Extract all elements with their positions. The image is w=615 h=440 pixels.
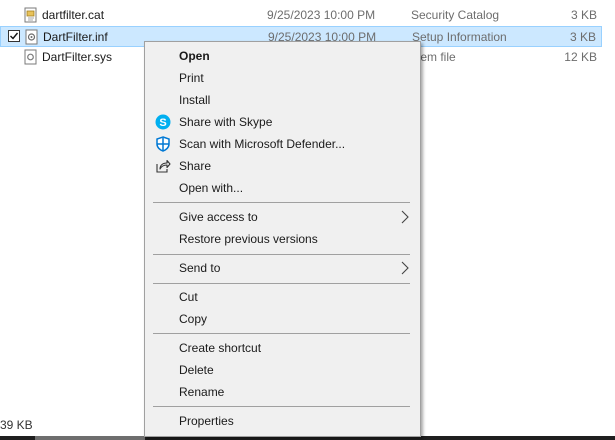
file-type: Setup Information — [412, 30, 507, 44]
system-file-icon — [24, 49, 38, 65]
menu-item-scan-defender[interactable]: Scan with Microsoft Defender... — [147, 133, 418, 155]
menu-item-share[interactable]: Share — [147, 155, 418, 177]
menu-item-create-shortcut[interactable]: Create shortcut — [147, 337, 418, 359]
menu-item-label: Send to — [179, 261, 221, 275]
menu-item-label: Print — [179, 71, 204, 85]
menu-item-label: Share — [179, 159, 212, 173]
menu-item-label: Properties — [179, 414, 234, 428]
menu-item-copy[interactable]: Copy — [147, 308, 418, 330]
file-row-dartfilter-cat[interactable]: dartfilter.cat 9/25/2023 10:00 PM Securi… — [0, 5, 602, 26]
skype-icon: S — [155, 114, 171, 130]
menu-item-share-with-skype[interactable]: S Share with Skype — [147, 111, 418, 133]
context-menu: Open Print Install S Share with Skype Sc… — [144, 41, 421, 437]
menu-item-properties[interactable]: Properties — [147, 410, 418, 432]
menu-item-cut[interactable]: Cut — [147, 286, 418, 308]
file-size: 3 KB — [569, 30, 596, 44]
menu-separator — [153, 202, 410, 203]
file-name: dartfilter.cat — [42, 8, 105, 22]
file-date: 9/25/2023 10:00 PM — [267, 8, 376, 22]
file-name: DartFilter.sys — [42, 50, 113, 64]
chevron-right-icon — [400, 261, 410, 275]
menu-item-label: Scan with Microsoft Defender... — [179, 137, 346, 151]
setup-file-icon — [25, 29, 39, 45]
menu-item-label: Share with Skype — [179, 115, 273, 129]
menu-item-label: Create shortcut — [179, 341, 262, 355]
defender-icon — [155, 136, 171, 152]
file-type: Security Catalog — [411, 8, 500, 22]
menu-item-open[interactable]: Open — [147, 45, 418, 67]
menu-item-label: Open — [179, 49, 210, 63]
menu-item-send-to[interactable]: Send to — [147, 257, 418, 279]
status-bar-size: 39 KB — [0, 418, 33, 432]
menu-item-label: Rename — [179, 385, 225, 399]
menu-separator — [153, 254, 410, 255]
file-size: 3 KB — [570, 8, 597, 22]
file-name: DartFilter.inf — [43, 30, 108, 44]
select-checkbox[interactable] — [8, 30, 20, 42]
menu-item-label: Cut — [179, 290, 198, 304]
menu-item-open-with[interactable]: Open with... — [147, 177, 418, 199]
menu-item-label: Copy — [179, 312, 208, 326]
menu-item-give-access-to[interactable]: Give access to — [147, 206, 418, 228]
file-size: 12 KB — [564, 50, 597, 64]
menu-item-label: Install — [179, 93, 211, 107]
menu-item-label: Restore previous versions — [179, 232, 318, 246]
menu-separator — [153, 406, 410, 407]
menu-separator — [153, 283, 410, 284]
menu-item-print[interactable]: Print — [147, 67, 418, 89]
menu-item-label: Delete — [179, 363, 214, 377]
menu-item-install[interactable]: Install — [147, 89, 418, 111]
svg-text:S: S — [159, 117, 166, 129]
menu-separator — [153, 333, 410, 334]
share-icon — [155, 158, 171, 174]
menu-item-rename[interactable]: Rename — [147, 381, 418, 403]
menu-item-label: Give access to — [179, 210, 258, 224]
chevron-right-icon — [400, 210, 410, 224]
menu-item-delete[interactable]: Delete — [147, 359, 418, 381]
menu-item-label: Open with... — [179, 181, 244, 195]
bottom-bar-segment — [35, 436, 145, 440]
catalog-file-icon — [24, 7, 38, 23]
menu-item-restore-previous-versions[interactable]: Restore previous versions — [147, 228, 418, 250]
